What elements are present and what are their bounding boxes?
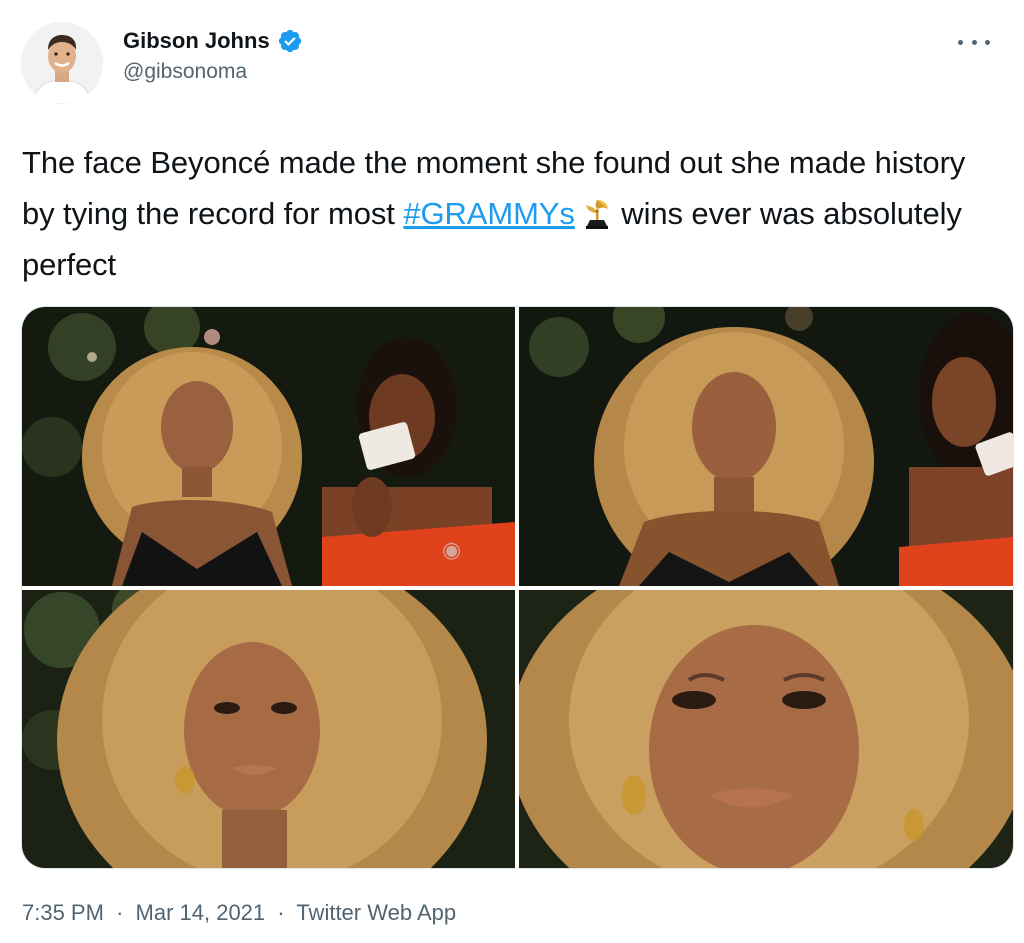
ellipsis-icon[interactable]	[958, 32, 990, 52]
avatar[interactable]	[21, 22, 103, 104]
hashtag-link[interactable]: #GRAMMYs	[403, 196, 575, 231]
trophy-gramophone-icon	[581, 194, 613, 229]
more-dot	[985, 39, 990, 45]
tweet: Gibson Johns @gibsonoma The face Beyoncé…	[0, 0, 1024, 943]
more-dot	[958, 39, 963, 45]
verified-badge-icon	[277, 28, 303, 54]
meta-separator: ·	[116, 900, 124, 925]
tweet-time[interactable]: 7:35 PM	[22, 900, 104, 925]
author-handle[interactable]: @gibsonoma	[123, 59, 303, 85]
media-photo-4[interactable]	[519, 590, 1013, 868]
media-photo-3[interactable]	[22, 590, 515, 868]
media-grid: ◉	[21, 306, 1014, 869]
tweet-source[interactable]: Twitter Web App	[296, 900, 456, 925]
author-display-name[interactable]: Gibson Johns	[123, 27, 270, 55]
svg-text:◉: ◉	[442, 538, 461, 563]
media-photo-2[interactable]	[519, 307, 1013, 586]
media-photo-1[interactable]: ◉	[22, 307, 515, 586]
tweet-meta: 7:35 PM · Mar 14, 2021 · Twitter Web App	[22, 898, 456, 928]
tweet-date[interactable]: Mar 14, 2021	[136, 900, 266, 925]
meta-separator: ·	[277, 900, 285, 925]
more-dot	[971, 39, 977, 45]
avatar-photo-icon	[21, 22, 103, 104]
author-block: Gibson Johns @gibsonoma	[123, 27, 303, 85]
tweet-text: The face Beyoncé made the moment she fou…	[22, 137, 997, 290]
